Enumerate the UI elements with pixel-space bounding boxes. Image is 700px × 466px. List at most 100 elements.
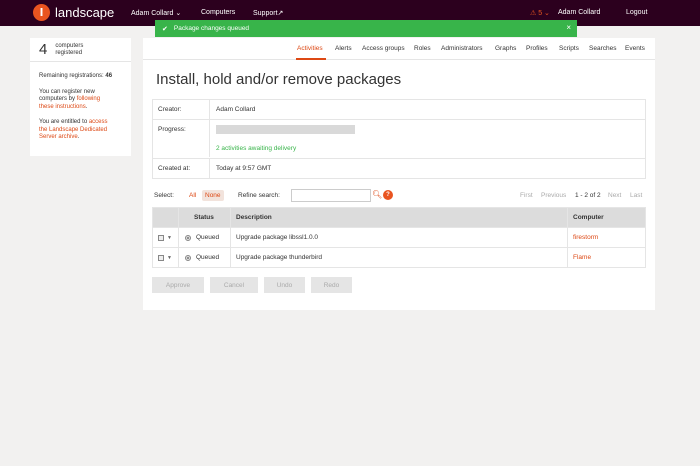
progress-row: Progress: 2 activities awaiting delivery (153, 120, 645, 159)
notification-toast: ✔ Package changes queued × (155, 20, 577, 37)
header-computer[interactable]: Computer (568, 208, 645, 227)
computer-count: 4 (39, 41, 48, 58)
register-text-2: computers by (39, 96, 77, 102)
sidebar: 4 computers registered Remaining registr… (30, 38, 131, 156)
table-row: ▼ Queued Upgrade package thunderbird Fla… (153, 247, 645, 267)
row-status: Queued (179, 248, 231, 267)
row-select[interactable]: ▼ (153, 248, 179, 267)
pager-last[interactable]: Last (630, 192, 642, 199)
computer-count-box: 4 computers registered (30, 38, 131, 62)
remaining-registrations: Remaining registrations: 46 (30, 73, 131, 81)
creator-link[interactable]: Adam Collard (210, 100, 261, 119)
logout-link[interactable]: Logout (626, 9, 647, 16)
register-text-1: You can register new (39, 88, 95, 95)
cancel-button[interactable]: Cancel (210, 277, 258, 293)
tab-bar: Activities Alerts Access groups Roles Ad… (143, 38, 655, 60)
count-label-line-2: registered (55, 49, 83, 56)
tab-events[interactable]: Events (625, 45, 645, 52)
table-row: ▼ Queued Upgrade package libssl1.0.0 fir… (153, 227, 645, 247)
approve-button[interactable]: Approve (152, 277, 204, 293)
select-label: Select: (154, 192, 174, 199)
logo-text: landscape (55, 5, 115, 20)
computer-count-label: computers registered (55, 43, 83, 57)
user-menu[interactable]: Adam Collard ⌄ (131, 9, 181, 17)
help-icon[interactable]: ? (383, 190, 393, 200)
landscape-logo[interactable]: l landscape (33, 4, 114, 21)
chevron-down-icon[interactable]: ▼ (167, 235, 172, 241)
activity-info-table: Creator: Adam Collard Progress: 2 activi… (152, 99, 646, 179)
remaining-value: 46 (105, 73, 113, 79)
filter-row: Select: All None Refine search: 🔍︎ ? Fir… (154, 189, 646, 202)
dedicated-server-link-3[interactable]: Server archive (39, 134, 78, 140)
pager-first[interactable]: First (520, 192, 533, 199)
header-select-cell (153, 208, 179, 227)
active-tab-indicator (296, 58, 326, 60)
row-computer-link[interactable]: Flame (568, 248, 645, 267)
row-checkbox[interactable] (158, 234, 164, 241)
landscape-logo-icon: l (33, 4, 50, 21)
tab-searches[interactable]: Searches (589, 45, 616, 52)
pager-count: 1 - 2 of 2 (575, 192, 601, 199)
entitled-text: You are entitled to (39, 119, 89, 125)
close-icon[interactable]: × (566, 23, 571, 32)
header-status[interactable]: Status (179, 208, 231, 227)
tab-graphs[interactable]: Graphs (495, 45, 516, 52)
pager-previous[interactable]: Previous (541, 192, 566, 199)
register-instructions-link-2[interactable]: these instructions (39, 104, 86, 110)
main-panel: Activities Alerts Access groups Roles Ad… (143, 38, 655, 310)
nav-support[interactable]: Support↗ (253, 9, 283, 17)
remaining-label: Remaining registrations: (39, 73, 104, 79)
tab-activities[interactable]: Activities (297, 45, 323, 52)
account-name-link[interactable]: Adam Collard (558, 9, 600, 16)
refine-search-label: Refine search: (238, 192, 280, 199)
toast-message: Package changes queued (173, 25, 250, 32)
tab-administrators[interactable]: Administrators (441, 45, 483, 52)
row-description: Upgrade package libssl1.0.0 (231, 228, 568, 247)
refine-search-input[interactable] (291, 189, 371, 202)
entitled-info: You are entitled to access the Landscape… (30, 119, 131, 142)
dedicated-server-link-2[interactable]: the Landscape Dedicated (39, 127, 122, 135)
page-title: Install, hold and/or remove packages (156, 71, 402, 88)
register-info: You can register new computers by follow… (30, 89, 131, 112)
row-status-text: Queued (196, 254, 220, 261)
tab-scripts[interactable]: Scripts (559, 45, 579, 52)
progress-cell: 2 activities awaiting delivery (210, 120, 361, 158)
redo-button[interactable]: Redo (311, 277, 352, 293)
count-label-line-1: computers (55, 42, 84, 49)
search-icon[interactable]: 🔍︎ (372, 190, 382, 199)
tab-access-groups[interactable]: Access groups (362, 45, 405, 52)
entitled-end: . (77, 134, 80, 140)
row-select[interactable]: ▼ (153, 228, 179, 247)
creator-label: Creator: (153, 100, 210, 119)
tab-profiles[interactable]: Profiles (526, 45, 548, 52)
table-header: Status Description Computer (153, 208, 645, 227)
nav-computers[interactable]: Computers (201, 9, 235, 16)
alerts-indicator[interactable]: ⚠ 5 ⌄ (530, 9, 550, 17)
row-checkbox[interactable] (158, 254, 164, 261)
header-description[interactable]: Description (231, 208, 568, 227)
register-instructions-link[interactable]: following (77, 96, 100, 102)
created-row: Created at: Today at 9:57 GMT (153, 159, 645, 178)
pager-next[interactable]: Next (608, 192, 621, 199)
row-description: Upgrade package thunderbird (231, 248, 568, 267)
created-label: Created at: (153, 159, 210, 178)
row-computer-link[interactable]: firestorm (568, 228, 645, 247)
select-all-link[interactable]: All (189, 192, 196, 199)
tab-alerts[interactable]: Alerts (335, 45, 352, 52)
register-end: . (85, 103, 88, 110)
created-value: Today at 9:57 GMT (216, 165, 272, 172)
row-status-text: Queued (196, 234, 220, 241)
progress-bar (216, 125, 355, 134)
tab-roles[interactable]: Roles (414, 45, 431, 52)
select-none-link[interactable]: None (202, 190, 224, 201)
queued-status-icon (185, 254, 191, 261)
queued-status-icon (185, 234, 191, 241)
dedicated-server-link[interactable]: access (89, 119, 108, 125)
progress-note: 2 activities awaiting delivery (216, 145, 297, 152)
activities-table: Status Description Computer ▼ Queued Upg… (152, 207, 646, 268)
check-icon: ✔ (162, 25, 168, 33)
action-buttons: Approve Cancel Undo Redo (152, 277, 358, 293)
chevron-down-icon[interactable]: ▼ (167, 255, 172, 261)
progress-label: Progress: (153, 120, 210, 157)
undo-button[interactable]: Undo (264, 277, 305, 293)
